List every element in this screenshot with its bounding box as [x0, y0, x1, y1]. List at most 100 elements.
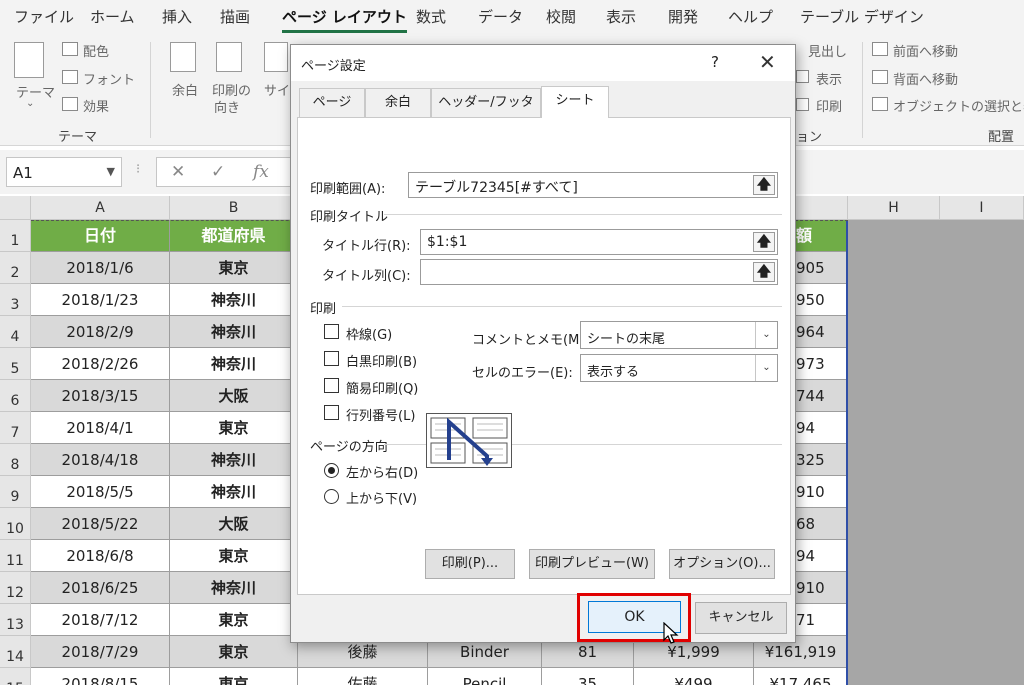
table-cell-prefecture[interactable]: 東京 — [170, 636, 298, 668]
table-cell-amount[interactable]: 94 — [794, 412, 848, 444]
table-cell-qty[interactable]: 35 — [542, 668, 634, 685]
draft-checkbox[interactable] — [324, 378, 339, 393]
table-cell-date[interactable]: 2018/4/18 — [31, 444, 170, 476]
print-checkbox[interactable] — [796, 98, 809, 111]
table-cell-amount[interactable]: 973 — [794, 348, 848, 380]
chevron-down-icon[interactable]: ⌄ — [755, 355, 777, 381]
range-picker-icon[interactable]: 🡅 — [753, 175, 775, 195]
range-picker-icon[interactable]: 🡅 — [753, 262, 775, 282]
table-cell-date[interactable]: 2018/3/15 — [31, 380, 170, 412]
tab-data[interactable]: データ — [478, 6, 523, 27]
row-header[interactable]: 5 — [0, 348, 31, 380]
table-cell-prefecture[interactable]: 神奈川 — [170, 316, 298, 348]
row-header[interactable]: 12 — [0, 572, 31, 604]
range-picker-icon[interactable]: 🡅 — [753, 232, 775, 252]
tab-review[interactable]: 校閲 — [546, 6, 576, 27]
row-header[interactable]: 7 — [0, 412, 31, 444]
bring-forward-button[interactable]: 前面へ移動 — [893, 41, 958, 60]
row-header[interactable]: 15 — [0, 668, 31, 685]
drag-handle-icon[interactable]: ⁝ — [136, 162, 140, 177]
title-rows-input[interactable]: $1:$1 🡅 — [420, 229, 778, 255]
table-cell-date[interactable]: 2018/4/1 — [31, 412, 170, 444]
cancel-icon[interactable]: ✕ — [171, 162, 185, 182]
table-cell-prefecture[interactable]: 大阪 — [170, 508, 298, 540]
top-to-bottom-radio[interactable] — [324, 489, 339, 504]
margins-button[interactable]: 余白 — [172, 80, 198, 99]
send-backward-button[interactable]: 背面へ移動 — [893, 69, 958, 88]
row-header[interactable]: 3 — [0, 284, 31, 316]
tab-view[interactable]: 表示 — [606, 6, 636, 27]
table-cell-date[interactable]: 2018/8/15 — [31, 668, 170, 685]
row-header[interactable]: 4 — [0, 316, 31, 348]
table-cell-date[interactable]: 2018/7/29 — [31, 636, 170, 668]
tab-page-layout[interactable]: ページ レイアウト — [282, 6, 407, 33]
print-area-input[interactable]: テーブル72345[#すべて] 🡅 — [408, 172, 778, 198]
fonts-button[interactable]: フォント — [83, 69, 135, 88]
select-all-corner[interactable] — [0, 196, 31, 220]
black-white-checkbox[interactable] — [324, 351, 339, 366]
tab-sheet[interactable]: シート — [541, 86, 609, 118]
row-header[interactable]: 10 — [0, 508, 31, 540]
table-cell-prefecture[interactable]: 東京 — [170, 252, 298, 284]
table-cell-date[interactable]: 2018/2/26 — [31, 348, 170, 380]
table-cell-prefecture[interactable]: 東京 — [170, 412, 298, 444]
table-header-cell[interactable]: 額 — [794, 220, 848, 252]
tab-help[interactable]: ヘルプ — [728, 6, 773, 27]
tab-margins[interactable]: 余白 — [365, 88, 431, 118]
insert-function-icon[interactable]: fx — [253, 162, 269, 182]
chevron-down-icon[interactable]: ⌄ — [755, 322, 777, 348]
name-box[interactable]: A1 ▼ — [6, 157, 122, 187]
table-cell-date[interactable]: 2018/1/23 — [31, 284, 170, 316]
cancel-button[interactable]: キャンセル — [695, 602, 787, 634]
table-cell-prefecture[interactable]: 東京 — [170, 668, 298, 685]
table-cell-price[interactable]: ¥499 — [634, 668, 754, 685]
close-icon[interactable]: ✕ — [759, 50, 776, 74]
enter-icon[interactable]: ✓ — [211, 162, 225, 182]
column-header-h[interactable]: H — [848, 196, 940, 220]
table-header-cell[interactable]: 都道府県 — [170, 220, 298, 252]
table-cell-prefecture[interactable]: 神奈川 — [170, 348, 298, 380]
table-cell-amount[interactable]: 71 — [794, 604, 848, 636]
table-cell-amount[interactable]: ¥17,465 — [754, 668, 848, 685]
table-cell-date[interactable]: 2018/7/12 — [31, 604, 170, 636]
tab-insert[interactable]: 挿入 — [162, 6, 192, 27]
column-header-i[interactable]: I — [940, 196, 1024, 220]
table-cell-amount[interactable]: 910 — [794, 476, 848, 508]
effects-button[interactable]: 効果 — [83, 96, 109, 115]
row-header[interactable]: 2 — [0, 252, 31, 284]
tab-file[interactable]: ファイル — [14, 6, 74, 27]
row-header[interactable]: 1 — [0, 220, 31, 252]
print-preview-button[interactable]: 印刷プレビュー(W) — [529, 549, 655, 579]
table-cell-date[interactable]: 2018/1/6 — [31, 252, 170, 284]
row-col-headings-checkbox[interactable] — [324, 405, 339, 420]
table-cell-amount[interactable]: 910 — [794, 572, 848, 604]
row-header[interactable]: 6 — [0, 380, 31, 412]
tab-header-footer[interactable]: ヘッダー/フッター — [431, 88, 541, 138]
help-icon[interactable]: ? — [711, 53, 719, 71]
table-cell-amount[interactable]: 964 — [794, 316, 848, 348]
options-button[interactable]: オプション(O)... — [669, 549, 775, 579]
tab-developer[interactable]: 開発 — [668, 6, 698, 27]
themes-button[interactable]: テーマ — [16, 82, 55, 101]
print-button[interactable]: 印刷(P)... — [425, 549, 515, 579]
table-cell-date[interactable]: 2018/6/25 — [31, 572, 170, 604]
table-cell-amount[interactable]: 325 — [794, 444, 848, 476]
table-cell-prefecture[interactable]: 東京 — [170, 540, 298, 572]
table-cell-prefecture[interactable]: 神奈川 — [170, 284, 298, 316]
title-cols-input[interactable]: 🡅 — [420, 259, 778, 285]
row-header[interactable]: 13 — [0, 604, 31, 636]
comments-select[interactable]: シートの末尾 ⌄ — [580, 321, 778, 349]
table-cell-prefecture[interactable]: 神奈川 — [170, 572, 298, 604]
table-cell-date[interactable]: 2018/2/9 — [31, 316, 170, 348]
tab-table-design[interactable]: テーブル デザイン — [800, 6, 924, 27]
table-cell-amount[interactable]: 744 — [794, 380, 848, 412]
column-header-a[interactable]: A — [31, 196, 170, 220]
table-cell-prefecture[interactable]: 大阪 — [170, 380, 298, 412]
row-header[interactable]: 14 — [0, 636, 31, 668]
column-header-b[interactable]: B — [170, 196, 298, 220]
table-header-cell[interactable]: 日付 — [31, 220, 170, 252]
table-cell-prefecture[interactable]: 東京 — [170, 604, 298, 636]
table-cell-amount[interactable]: 94 — [794, 540, 848, 572]
table-cell-prefecture[interactable]: 神奈川 — [170, 476, 298, 508]
row-header[interactable]: 8 — [0, 444, 31, 476]
